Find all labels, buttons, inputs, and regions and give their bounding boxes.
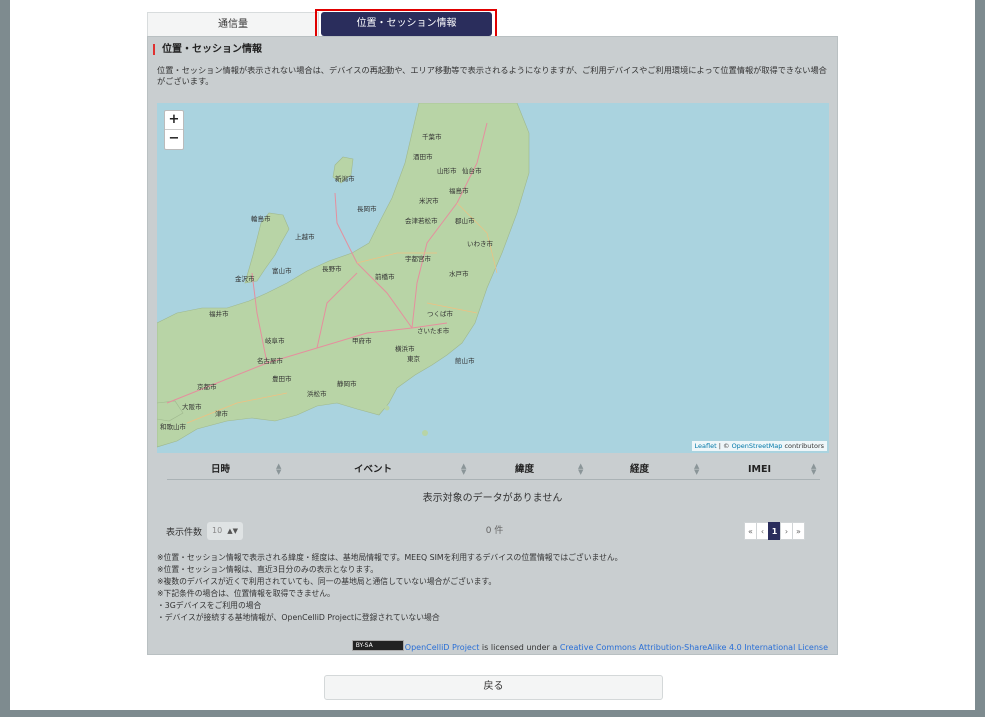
map-city-label: いわき市 <box>467 240 493 248</box>
notes: ※位置・セッション情報で表示される緯度・経度は、基地局情報です。MEEQ SIM… <box>157 552 622 624</box>
map-city-label: 前橋市 <box>375 273 395 281</box>
openstreetmap-link[interactable]: OpenStreetMap <box>732 442 783 450</box>
map-city-label: 千葉市 <box>422 133 442 141</box>
sort-icon[interactable]: ▲ ▼ <box>276 463 281 476</box>
attribution-separator: | © <box>716 442 732 450</box>
cc-badge-text: BY-SA <box>355 642 373 649</box>
opencellid-link[interactable]: OpenCelliD Project <box>405 643 480 652</box>
tab-traffic[interactable]: 通信量 <box>147 12 319 36</box>
record-count: 0 件 <box>485 526 504 536</box>
location-panel: 位置・セッション情報 位置・セッション情報が表示されない場合は、デバイスの再起動… <box>147 36 838 655</box>
cc-license-link[interactable]: Creative Commons Attribution-ShareAlike … <box>560 643 828 652</box>
map-land <box>157 103 530 448</box>
note-line: ※位置・セッション情報で表示される緯度・経度は、基地局情報です。MEEQ SIM… <box>157 553 623 562</box>
map[interactable]: 千葉市 新潟市 山形市 仙台市 福島市 郡山市 長野市 前橋市 宇都宮市 水戸市… <box>157 103 829 453</box>
license-notice: BY-SA OpenCelliD Project is licensed unde… <box>351 640 828 652</box>
leaflet-link[interactable]: Leaflet <box>695 442 717 450</box>
map-city-label: 長野市 <box>322 265 342 273</box>
map-zoom-control: + − <box>164 110 184 150</box>
column-header-longitude[interactable]: 経度 <box>630 460 649 479</box>
map-city-label: 水戸市 <box>449 270 469 278</box>
cc-license-badge-icon[interactable]: BY-SA <box>351 640 404 651</box>
map-city-label: 会津若松市 <box>405 217 438 225</box>
note-line: ※下記条件の場合は、位置情報を取得できません。 <box>157 589 335 598</box>
map-city-label: 館山市 <box>455 357 475 365</box>
map-city-label: 和歌山市 <box>160 423 186 431</box>
map-city-label: 津市 <box>215 410 228 418</box>
map-city-label: 輪島市 <box>251 215 271 223</box>
map-city-label: 甲府市 <box>352 337 372 345</box>
section-title: 位置・セッション情報 <box>153 44 262 55</box>
sort-icon[interactable]: ▲ ▼ <box>694 463 699 476</box>
map-city-label: 長岡市 <box>357 205 377 213</box>
map-city-label: 上越市 <box>295 233 315 241</box>
map-city-label: 山形市 <box>437 167 457 175</box>
note-line: ・デバイスが接続する基地情報が、OpenCelliD Projectに登録されて… <box>157 613 440 622</box>
tab-location-session[interactable]: 位置・セッション情報 <box>321 12 492 36</box>
map-city-label: 浜松市 <box>307 390 327 398</box>
map-city-label: 福島市 <box>449 187 469 195</box>
note-line: ・3Gデバイスをご利用の場合 <box>157 601 262 610</box>
sort-icon[interactable]: ▲ ▼ <box>461 463 466 476</box>
map-city-label: 宇都宮市 <box>405 255 431 263</box>
column-header-latitude[interactable]: 緯度 <box>515 460 534 479</box>
note-line: ※位置・セッション情報は、直近3日分のみの表示となります。 <box>157 565 378 574</box>
sort-icon[interactable]: ▲ ▼ <box>578 463 583 476</box>
attribution-suffix: contributors <box>782 442 824 450</box>
map-city-label: 横浜市 <box>395 345 415 353</box>
license-middle-text: is licensed under a <box>479 643 560 652</box>
column-header-imei[interactable]: IMEI <box>748 460 771 479</box>
map-city-label: 名古屋市 <box>257 357 283 365</box>
zoom-in-button[interactable]: + <box>165 111 183 130</box>
map-city-label: 大阪市 <box>182 403 202 411</box>
section-description: 位置・セッション情報が表示されない場合は、デバイスの再起動や、エリア移動等で表示… <box>157 65 827 86</box>
empty-table-message: 表示対象のデータがありません <box>422 493 563 504</box>
map-city-label: 福井市 <box>209 310 229 318</box>
pagination-last-button[interactable]: » <box>792 522 805 540</box>
map-city-label: 富山市 <box>272 267 292 275</box>
map-city-label: 新潟市 <box>335 175 355 183</box>
map-city-label: 豊田市 <box>272 375 292 383</box>
map-city-label: 静岡市 <box>337 380 357 388</box>
map-city-label: 酒田市 <box>413 153 433 161</box>
map-city-label: 金沢市 <box>235 275 255 283</box>
map-city-label: さいたま市 <box>417 327 450 335</box>
back-button[interactable]: 戻る <box>324 675 663 700</box>
map-city-label: 仙台市 <box>462 167 482 175</box>
sort-icon[interactable]: ▲ ▼ <box>811 463 816 476</box>
map-city-label: 京都市 <box>197 383 217 391</box>
map-city-label: 岐阜市 <box>265 337 285 345</box>
table-header: 日時 ▲ ▼ イベント ▲ ▼ 緯度 ▲ ▼ 経度 ▲ ▼ IMEI ▲ ▼ <box>167 460 820 480</box>
column-header-event[interactable]: イベント <box>354 460 392 479</box>
map-city-label: つくば市 <box>427 310 453 318</box>
map-city-label: 東京 <box>407 355 420 363</box>
map-city-label: 米沢市 <box>419 197 439 205</box>
map-city-label: 郡山市 <box>455 217 475 225</box>
pagination: « ‹ 1 › » <box>744 522 805 540</box>
zoom-out-button[interactable]: − <box>165 130 183 149</box>
column-header-datetime[interactable]: 日時 <box>211 460 230 479</box>
map-attribution: Leaflet | © OpenStreetMap contributors <box>691 441 827 451</box>
note-line: ※複数のデバイスが近くで利用されていても、同一の基地局と通信していない場合がござ… <box>157 577 497 586</box>
